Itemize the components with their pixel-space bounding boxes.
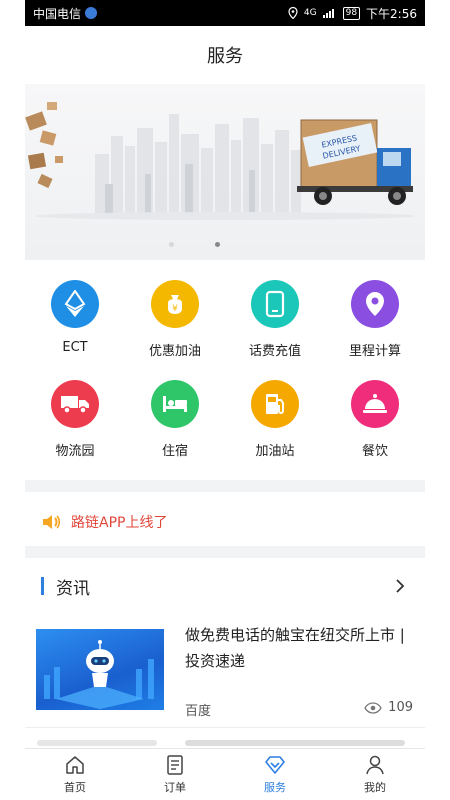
service-mileage[interactable]: 里程计算: [325, 270, 425, 370]
service-grid: ECT ¥ 优惠加油 话费充值 里程计算 物流园 住宿 加油站 餐饮: [25, 270, 425, 470]
fuel-pump-icon: [251, 380, 299, 428]
service-label: ECT: [62, 340, 88, 355]
phone-icon: [251, 280, 299, 328]
announcement-text: 路链APP上线了: [71, 515, 168, 531]
bottom-tab-bar: 首页 订单 服务 我的: [25, 748, 425, 800]
service-label: 加油站: [255, 444, 295, 459]
service-label: 住宿: [161, 444, 188, 459]
service-fuel-discount[interactable]: ¥ 优惠加油: [125, 270, 225, 370]
app-header: 服务: [25, 26, 425, 84]
user-icon: [366, 755, 384, 775]
tab-services[interactable]: 服务: [225, 749, 325, 800]
service-label: 里程计算: [348, 344, 401, 359]
tab-orders[interactable]: 订单: [125, 749, 225, 800]
status-bar: 中国电信 4G 98 下午2:56: [25, 0, 425, 26]
bed-icon: [151, 380, 199, 428]
announcement-bar[interactable]: 路链APP上线了: [25, 500, 425, 544]
service-label: 话费充值: [248, 344, 301, 359]
tab-profile[interactable]: 我的: [325, 749, 425, 800]
delivery-truck: EXPRESS DELIVERY: [297, 119, 413, 205]
signal-bars-icon: [322, 9, 334, 18]
service-gas-station[interactable]: 加油站: [225, 370, 325, 470]
service-lodging[interactable]: 住宿: [125, 370, 225, 470]
news-source: 百度: [185, 704, 212, 719]
news-section-header[interactable]: 资讯: [25, 564, 425, 608]
partial-thumbnail: [37, 740, 157, 746]
carrier: 中国电信: [33, 5, 98, 22]
news-headline: 做免费电话的触宝在纽交所上市 | 投资速递: [185, 626, 405, 670]
chevron-right-icon[interactable]: [393, 579, 407, 593]
city-skyline: [95, 114, 301, 214]
home-icon: [66, 756, 84, 774]
service-label: 优惠加油: [148, 344, 201, 359]
page-title: 服务: [207, 46, 243, 67]
money-bag-icon: ¥: [151, 280, 199, 328]
dish-cloche-icon: [351, 380, 399, 428]
location-pin-icon: [351, 280, 399, 328]
ethereum-icon: [51, 280, 99, 328]
tab-label: 服务: [264, 781, 286, 794]
news-section-title: 资讯: [56, 578, 90, 599]
battery-indicator: 98: [342, 6, 361, 20]
svg-text:¥: ¥: [172, 304, 178, 314]
signal-label: 4G: [303, 7, 317, 18]
service-dining[interactable]: 餐饮: [325, 370, 425, 470]
tab-label: 订单: [164, 781, 186, 794]
carrier-name: 中国电信: [33, 6, 82, 21]
service-diamond-icon: [265, 756, 285, 774]
news-view-count: 109: [364, 700, 413, 715]
truck-icon: [51, 380, 99, 428]
eye-icon: [364, 701, 382, 714]
section-divider: [25, 546, 425, 558]
speaker-icon: [43, 515, 61, 529]
section-accent-bar: [41, 577, 44, 595]
service-label: 物流园: [55, 444, 95, 459]
view-count-value: 109: [388, 700, 413, 715]
order-list-icon: [167, 755, 183, 775]
location-icon: [288, 7, 298, 19]
service-ect[interactable]: ECT: [25, 270, 125, 370]
news-thumbnail: [36, 629, 164, 710]
service-phone-recharge[interactable]: 话费充值: [225, 270, 325, 370]
tab-label: 首页: [64, 781, 86, 794]
promo-banner[interactable]: EXPRESS DELIVERY: [25, 84, 425, 260]
carrier-badge-icon: [85, 7, 98, 19]
tab-label: 我的: [364, 781, 386, 794]
banner-dot-active[interactable]: [215, 242, 220, 247]
service-label: 餐饮: [361, 444, 388, 459]
clock: 下午2:56: [366, 6, 417, 21]
banner-dot[interactable]: [169, 242, 174, 247]
news-list-item[interactable]: 做免费电话的触宝在纽交所上市 | 投资速递 百度 109: [25, 620, 425, 728]
tab-home[interactable]: 首页: [25, 749, 125, 800]
service-logistics-park[interactable]: 物流园: [25, 370, 125, 470]
partial-headline: [185, 740, 405, 746]
section-divider: [25, 480, 425, 492]
flying-boxes: [25, 102, 63, 189]
banner-illustration: EXPRESS DELIVERY: [25, 102, 415, 220]
